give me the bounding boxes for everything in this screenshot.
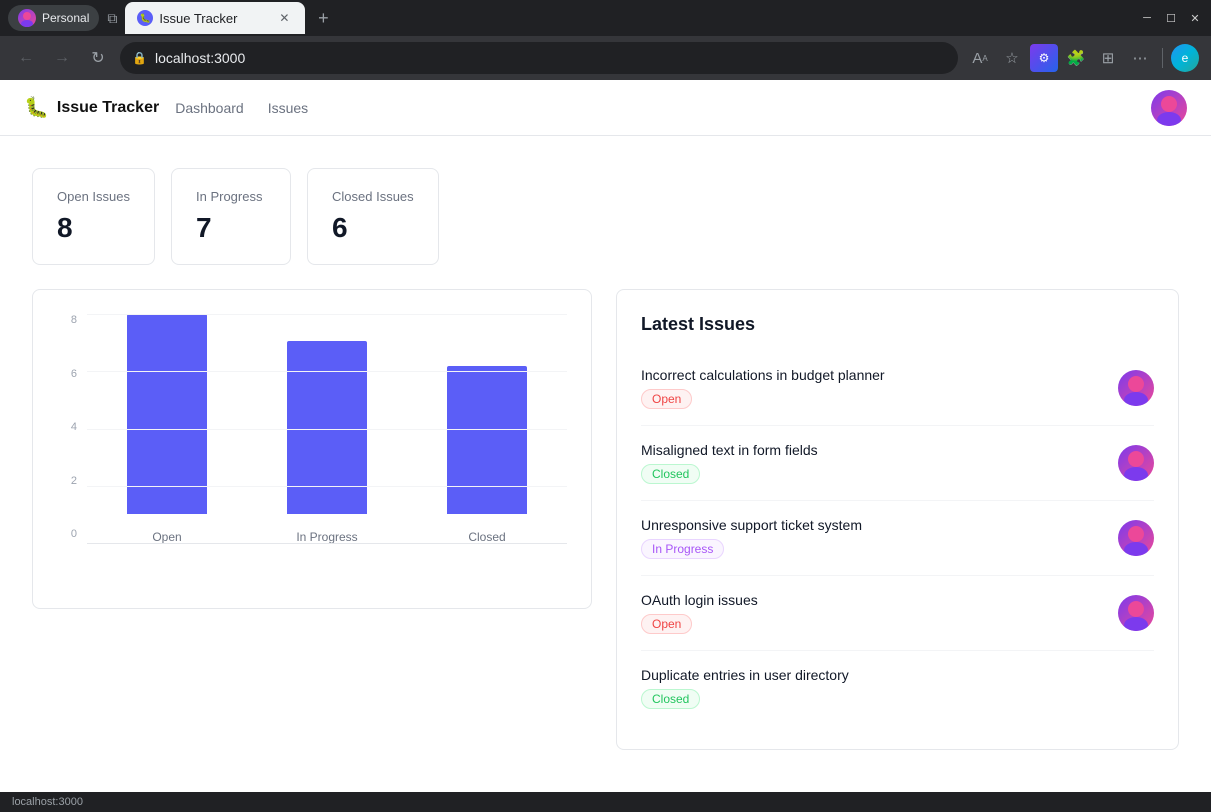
issue-badge-3: In Progress	[641, 539, 724, 559]
issue-avatar-4	[1118, 595, 1154, 631]
tab-bar: Personal ⧉ 🐛 Issue Tracker ✕ +	[8, 2, 1131, 34]
tab-title: Issue Tracker	[159, 11, 237, 26]
issue-item-3[interactable]: Unresponsive support ticket system In Pr…	[641, 501, 1154, 576]
issue-title-4: OAuth login issues	[641, 592, 1106, 608]
browser-window: Personal ⧉ 🐛 Issue Tracker ✕ + ─ ☐ ✕ ← →…	[0, 0, 1211, 812]
issue-info-4: OAuth login issues Open	[641, 592, 1106, 634]
navbar: 🐛 Issue Tracker Dashboard Issues	[0, 80, 1211, 136]
chart-bar-in-progress: In Progress	[287, 341, 367, 544]
latest-issues-title: Latest Issues	[641, 314, 1154, 335]
issue-title-3: Unresponsive support ticket system	[641, 517, 1106, 533]
page-content: 🐛 Issue Tracker Dashboard Issues Open Is…	[0, 80, 1211, 792]
stat-card-in-progress: In Progress 7	[171, 168, 291, 265]
issue-avatar-3	[1118, 520, 1154, 556]
issue-info-1: Incorrect calculations in budget planner…	[641, 367, 1106, 409]
issue-item-2[interactable]: Misaligned text in form fields Closed	[641, 426, 1154, 501]
stat-label-closed: Closed Issues	[332, 189, 414, 204]
chart-baseline	[87, 543, 567, 544]
nav-link-issues[interactable]: Issues	[260, 96, 316, 120]
issue-info-3: Unresponsive support ticket system In Pr…	[641, 517, 1106, 559]
browser-icon[interactable]: e	[1171, 44, 1199, 72]
main-content: Open Issues 8 In Progress 7 Closed Issue…	[0, 136, 1211, 792]
split-screen-icon[interactable]: ⊞	[1094, 44, 1122, 72]
profile-label: Personal	[42, 11, 89, 25]
tab-close-button[interactable]: ✕	[275, 9, 293, 27]
chart-bar-open: Open	[127, 314, 207, 544]
issue-avatar-1	[1118, 370, 1154, 406]
bar-in-progress	[287, 341, 367, 514]
x-label-closed: Closed	[468, 530, 505, 544]
issue-badge-2: Closed	[641, 464, 700, 484]
address-bar-row: ← → ↻ 🔒 localhost:3000 AA ☆ ⚙ 🧩 ⊞ ⋯ e	[0, 36, 1211, 80]
x-label-in-progress: In Progress	[296, 530, 357, 544]
stat-card-closed: Closed Issues 6	[307, 168, 439, 265]
stat-value-in-progress: 7	[196, 212, 266, 244]
profile-avatar	[18, 9, 36, 27]
issue-item-5[interactable]: Duplicate entries in user directory Clos…	[641, 651, 1154, 725]
toolbar-divider	[1162, 48, 1163, 68]
issue-badge-1: Open	[641, 389, 692, 409]
chart-bars-area: Open In Progress Closed	[57, 314, 567, 544]
forward-button[interactable]: →	[48, 44, 76, 72]
x-label-open: Open	[152, 530, 181, 544]
close-button[interactable]: ✕	[1187, 10, 1203, 26]
issue-title-2: Misaligned text in form fields	[641, 442, 1106, 458]
stat-label-in-progress: In Progress	[196, 189, 266, 204]
window-controls: ─ ☐ ✕	[1139, 10, 1203, 26]
stat-value-open: 8	[57, 212, 130, 244]
toolbar-right: AA ☆ ⚙ 🧩 ⊞ ⋯ e	[966, 44, 1199, 72]
issue-badge-4: Open	[641, 614, 692, 634]
chart-container: 0 2 4 6 8	[57, 314, 567, 584]
back-button[interactable]: ←	[12, 44, 40, 72]
chart-card: 0 2 4 6 8	[32, 289, 592, 609]
font-size-icon[interactable]: AA	[966, 44, 994, 72]
new-tab-button[interactable]: +	[309, 4, 337, 32]
tab-favicon: 🐛	[137, 10, 153, 26]
app-title: Issue Tracker	[57, 99, 159, 117]
secure-icon: 🔒	[132, 51, 147, 65]
issue-info-5: Duplicate entries in user directory Clos…	[641, 667, 1154, 709]
menu-icon[interactable]: ⋯	[1126, 44, 1154, 72]
address-bar[interactable]: 🔒 localhost:3000	[120, 42, 958, 74]
chart-bar-closed: Closed	[447, 366, 527, 544]
content-grid: 0 2 4 6 8	[32, 289, 1179, 750]
user-avatar[interactable]	[1151, 90, 1187, 126]
status-url: localhost:3000	[12, 796, 83, 808]
stat-value-closed: 6	[332, 212, 414, 244]
issue-avatar-2	[1118, 445, 1154, 481]
address-text: localhost:3000	[155, 50, 245, 66]
profile-tab[interactable]: Personal	[8, 5, 99, 31]
issue-info-2: Misaligned text in form fields Closed	[641, 442, 1106, 484]
title-bar: Personal ⧉ 🐛 Issue Tracker ✕ + ─ ☐ ✕	[0, 0, 1211, 36]
bug-icon: 🐛	[24, 95, 49, 120]
stat-label-open: Open Issues	[57, 189, 130, 204]
active-tab[interactable]: 🐛 Issue Tracker ✕	[125, 2, 305, 34]
stat-card-open: Open Issues 8	[32, 168, 155, 265]
issue-title-5: Duplicate entries in user directory	[641, 667, 1154, 683]
nav-link-dashboard[interactable]: Dashboard	[167, 96, 252, 120]
issue-item-1[interactable]: Incorrect calculations in budget planner…	[641, 351, 1154, 426]
app-logo[interactable]: 🐛 Issue Tracker	[24, 95, 159, 120]
minimize-button[interactable]: ─	[1139, 10, 1155, 26]
tab-group-icon[interactable]: ⧉	[103, 10, 121, 27]
maximize-button[interactable]: ☐	[1163, 10, 1179, 26]
issue-title-1: Incorrect calculations in budget planner	[641, 367, 1106, 383]
bar-closed	[447, 366, 527, 514]
latest-issues-card: Latest Issues Incorrect calculations in …	[616, 289, 1179, 750]
extension-icon-purple[interactable]: ⚙	[1030, 44, 1058, 72]
issue-badge-5: Closed	[641, 689, 700, 709]
bar-open	[127, 314, 207, 514]
status-bar: localhost:3000	[0, 792, 1211, 812]
bookmark-icon[interactable]: ☆	[998, 44, 1026, 72]
extensions-icon[interactable]: 🧩	[1062, 44, 1090, 72]
reload-button[interactable]: ↻	[84, 44, 112, 72]
issue-item-4[interactable]: OAuth login issues Open	[641, 576, 1154, 651]
stats-row: Open Issues 8 In Progress 7 Closed Issue…	[32, 168, 1179, 265]
